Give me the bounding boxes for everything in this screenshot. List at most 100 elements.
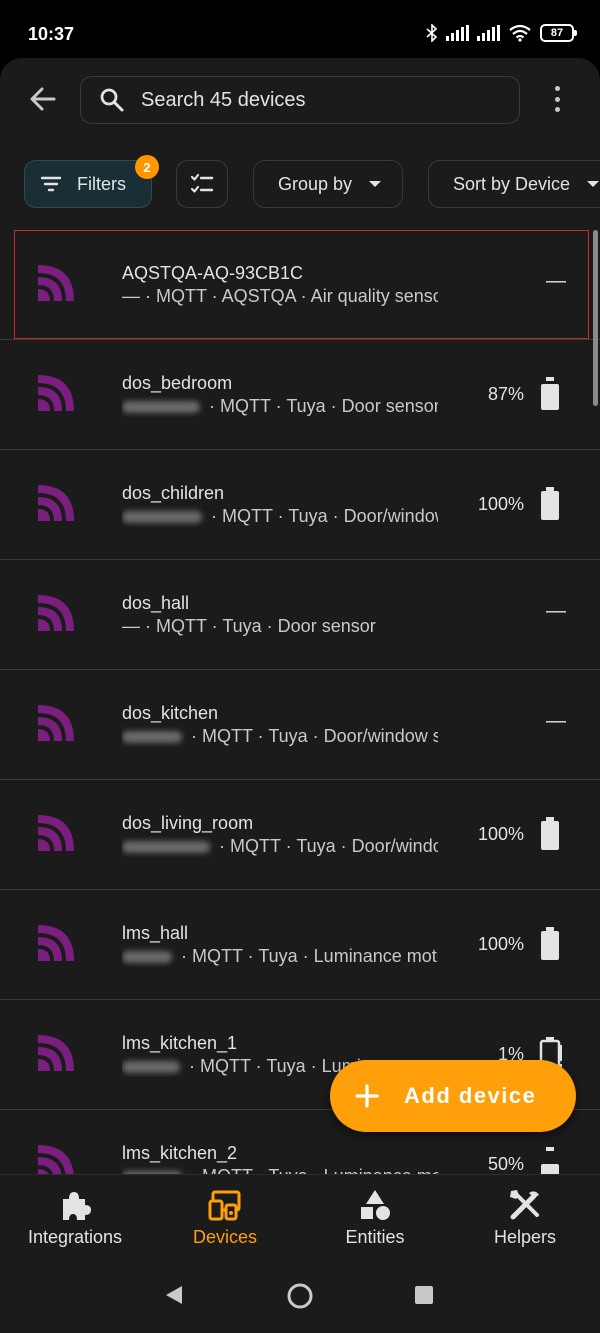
status-icons: 87: [426, 24, 577, 42]
devices-icon: [208, 1190, 241, 1221]
device-icon: [38, 595, 74, 631]
dropdown-arrow-icon: [587, 181, 600, 187]
battery-value: —: [546, 600, 566, 622]
status-bar: 10:37 87: [0, 0, 600, 60]
device-area: —: [122, 286, 140, 306]
device-row[interactable]: dos_kitchen · MQTT · Tuya · Door/window …: [0, 670, 600, 780]
plus-icon: [355, 1084, 379, 1108]
device-meta: — · MQTT · AQSTQA · Air quality sensor: [122, 286, 438, 307]
redacted-area: [122, 951, 172, 964]
device-meta-text: · MQTT · AQSTQA · Air quality sensor: [140, 286, 438, 306]
wifi-icon: [509, 24, 531, 42]
search-field[interactable]: [80, 76, 520, 124]
device-name: lms_kitchen_1: [122, 1033, 238, 1053]
device-icon: [38, 485, 74, 521]
bottom-navigation: Integrations Devices Entities Helpers: [0, 1174, 600, 1270]
battery-icon: [541, 927, 559, 960]
nav-helpers-label: Helpers: [493, 1227, 557, 1247]
system-recents-icon[interactable]: [415, 1286, 433, 1304]
system-back-icon[interactable]: [164, 1284, 184, 1306]
filter-icon: [40, 176, 62, 192]
device-meta: · MQTT · Tuya · Door sensor: [122, 396, 438, 417]
sort-label: Sort by Device: [453, 173, 571, 194]
device-list[interactable]: AQSTQA-AQ-93CB1C — · MQTT · AQSTQA · Air…: [0, 230, 600, 1174]
sort-dropdown[interactable]: Sort by Device: [428, 160, 600, 208]
back-arrow-icon[interactable]: [26, 82, 60, 116]
search-input[interactable]: [141, 88, 501, 112]
device-icon: [38, 265, 74, 301]
device-name: dos_bedroom: [122, 373, 233, 393]
redacted-area: [122, 1061, 180, 1074]
device-name: lms_kitchen_2: [122, 1143, 238, 1163]
device-icon: [38, 815, 74, 851]
device-meta: · MQTT · Tuya · Luminance motion sensor: [122, 1166, 438, 1174]
device-row[interactable]: dos_living_room · MQTT · Tuya · Door/win…: [0, 780, 600, 890]
overflow-menu-icon[interactable]: [545, 84, 569, 114]
redacted-area: [122, 401, 200, 414]
device-icon: [38, 375, 74, 411]
nav-entities[interactable]: Entities: [300, 1175, 450, 1271]
select-mode-button[interactable]: [176, 160, 228, 208]
device-area: —: [122, 616, 140, 636]
battery-icon: [541, 1147, 559, 1174]
status-time: 10:37: [28, 24, 75, 44]
battery-value: 50%: [487, 1154, 524, 1174]
device-icon: [38, 705, 74, 741]
nav-devices-label: Devices: [192, 1227, 258, 1247]
shapes-icon: [361, 1190, 390, 1220]
device-name: lms_hall: [122, 923, 189, 943]
signal-roaming-icon: [477, 25, 500, 41]
system-home-icon[interactable]: [286, 1282, 314, 1310]
puzzle-icon: [63, 1192, 91, 1220]
device-row[interactable]: AQSTQA-AQ-93CB1C — · MQTT · AQSTQA · Air…: [0, 230, 600, 340]
nav-helpers[interactable]: Helpers: [450, 1175, 600, 1271]
device-name: dos_children: [122, 483, 225, 503]
device-name: dos_kitchen: [122, 703, 219, 723]
device-row[interactable]: dos_children · MQTT · Tuya · Door/window…: [0, 450, 600, 560]
redacted-area: [122, 511, 202, 524]
top-app-bar: [0, 58, 600, 142]
device-row[interactable]: dos_bedroom · MQTT · Tuya · Door sensor …: [0, 340, 600, 450]
battery-value: 100%: [477, 824, 524, 844]
search-icon: [100, 88, 124, 112]
battery-icon: [541, 487, 559, 520]
device-name: dos_hall: [122, 593, 190, 613]
device-meta-text: · MQTT · Tuya · Door sensor: [140, 616, 376, 636]
device-row[interactable]: lms_hall · MQTT · Tuya · Luminance motio…: [0, 890, 600, 1000]
device-meta: · MQTT · Tuya · Door/window sensor: [122, 506, 438, 527]
scrollbar[interactable]: [593, 230, 598, 406]
device-icon: [38, 1035, 74, 1071]
device-meta: — · MQTT · Tuya · Door sensor: [122, 616, 438, 637]
filters-count-badge: 2: [135, 155, 159, 179]
redacted-area: [122, 731, 182, 744]
battery-value: 87%: [487, 384, 524, 404]
device-meta-text: · MQTT · Tuya · Luminance motion sensor: [186, 1166, 438, 1174]
filters-button[interactable]: Filters 2: [24, 155, 159, 208]
nav-integrations-label: Integrations: [27, 1227, 123, 1247]
device-meta-text: · MQTT · Tuya · Door/window sensor: [191, 726, 438, 746]
app-surface: Filters 2 Group by Sort by Device: [0, 58, 600, 1333]
group-by-dropdown[interactable]: Group by: [253, 160, 403, 208]
device-name: dos_living_room: [122, 813, 254, 833]
device-meta-text: · MQTT · Tuya · Luminance motion sensor: [181, 946, 438, 966]
battery-value: —: [546, 270, 566, 292]
add-device-button[interactable]: Add device: [330, 1060, 576, 1132]
device-meta: · MQTT · Tuya · Door/window sensor: [122, 836, 438, 857]
device-name: AQSTQA-AQ-93CB1C: [122, 263, 304, 283]
checklist-icon: [190, 173, 214, 193]
device-meta-text: · MQTT · Tuya · Door sensor: [204, 396, 438, 416]
filters-label: Filters: [77, 173, 126, 194]
battery-value: 100%: [477, 494, 524, 514]
device-row[interactable]: dos_hall — · MQTT · Tuya · Door sensor —: [0, 560, 600, 670]
device-meta-text: · MQTT · Tuya · Door/window sensor: [219, 836, 438, 856]
signal-icon: [446, 25, 469, 41]
nav-integrations[interactable]: Integrations: [0, 1175, 150, 1271]
nav-devices[interactable]: Devices: [150, 1175, 300, 1271]
device-icon: [38, 925, 74, 961]
device-meta-text: · MQTT · Tuya · Door/window sensor: [211, 506, 438, 526]
device-icon: [38, 1145, 74, 1174]
group-by-label: Group by: [278, 173, 353, 194]
bluetooth-icon: [426, 24, 438, 42]
nav-entities-label: Entities: [345, 1227, 405, 1247]
battery-status-icon: 87: [540, 24, 577, 42]
